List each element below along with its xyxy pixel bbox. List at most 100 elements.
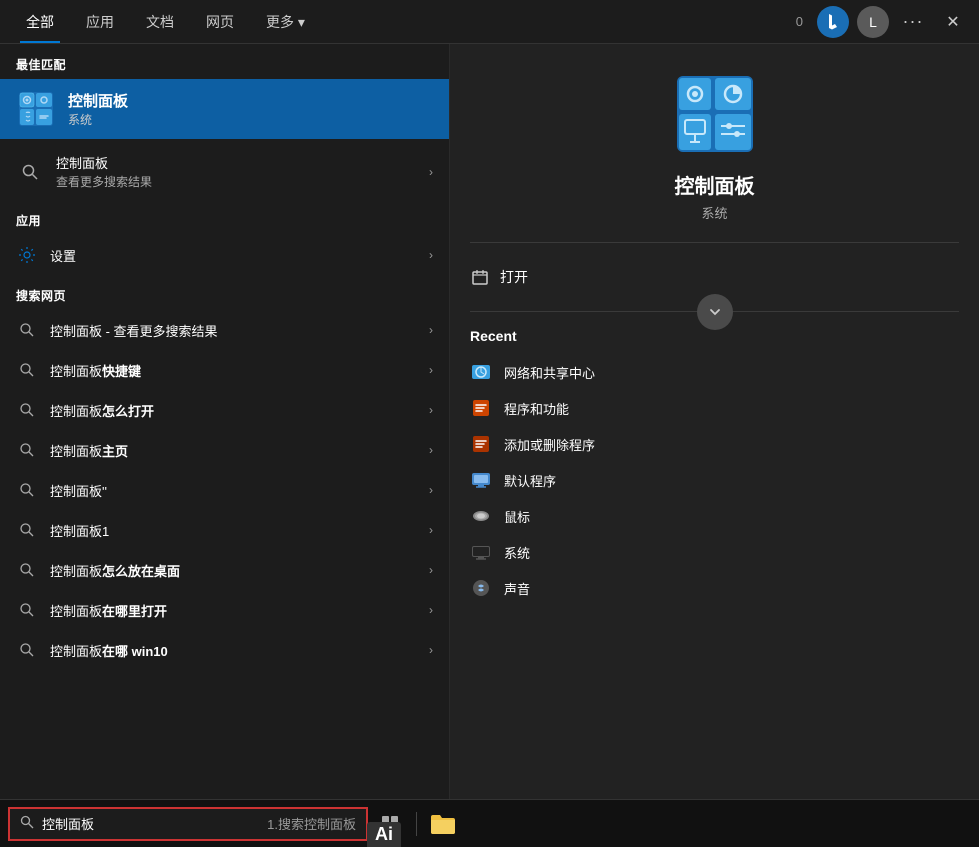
open-action[interactable]: 打开 (470, 259, 959, 295)
open-icon (470, 267, 490, 287)
recent-item-6[interactable]: 声音 (470, 570, 959, 606)
settings-icon (16, 244, 38, 266)
tab-web[interactable]: 网页 (190, 2, 250, 42)
taskbar: 控制面板 1.搜索控制面板 Ai (0, 799, 979, 847)
scroll-divider (470, 311, 959, 312)
more-button[interactable]: ··· (897, 6, 929, 38)
tab-apps[interactable]: 应用 (70, 2, 130, 42)
detail-icon (675, 74, 755, 154)
web-item-4[interactable]: 控制面板'' › (0, 470, 449, 510)
web-item-1[interactable]: 控制面板快捷键 › (0, 350, 449, 390)
best-match-icon (16, 89, 56, 129)
recent-icon-4 (470, 505, 492, 527)
tab-docs[interactable]: 文档 (130, 2, 190, 42)
best-match-title: 最佳匹配 (0, 44, 449, 79)
settings-label: 设置 (50, 246, 76, 265)
web-item-8-text: 控制面板在哪 win10 (50, 641, 168, 660)
recent-item-3-text: 默认程序 (504, 471, 556, 490)
recent-item-4[interactable]: 鼠标 (470, 498, 959, 534)
web-item-0[interactable]: 控制面板 - 查看更多搜索结果 › (0, 310, 449, 350)
user-button[interactable]: L (857, 6, 889, 38)
recent-title: Recent (470, 328, 959, 344)
web-search-icon-2 (16, 399, 38, 421)
web-item-4-chevron: › (429, 483, 433, 497)
web-item-6-chevron: › (429, 563, 433, 577)
search-window: 全部 应用 文档 网页 更多 ▾ 0 L ··· ✕ 最佳匹配 (0, 0, 979, 847)
close-button[interactable]: ✕ (937, 6, 969, 38)
bing-icon (823, 12, 843, 32)
web-search-icon-8 (16, 639, 38, 661)
web-item-7-text: 控制面板在哪里打开 (50, 601, 167, 620)
search-more-item[interactable]: 控制面板 查看更多搜索结果 › (0, 143, 449, 200)
web-item-4-text: 控制面板'' (50, 481, 107, 500)
web-item-7-left: 控制面板在哪里打开 (16, 599, 167, 621)
web-item-3-text: 控制面板主页 (50, 441, 128, 460)
right-panel: 控制面板 系统 打开 (450, 44, 979, 799)
detail-divider-top (470, 242, 959, 243)
web-item-2-left: 控制面板怎么打开 (16, 399, 154, 421)
recent-icon-3 (470, 469, 492, 491)
recent-icon-5 (470, 541, 492, 563)
web-item-2-chevron: › (429, 403, 433, 417)
web-item-5-text: 控制面板1 (50, 521, 109, 540)
web-item-6-left: 控制面板怎么放在桌面 (16, 559, 180, 581)
web-search-icon-7 (16, 599, 38, 621)
web-item-4-left: 控制面板'' (16, 479, 107, 501)
web-item-8-chevron: › (429, 643, 433, 657)
recent-icon-2 (470, 433, 492, 455)
recent-item-2[interactable]: 添加或删除程序 (470, 426, 959, 462)
content-area: 最佳匹配 (0, 44, 979, 799)
recent-item-1-text: 程序和功能 (504, 399, 569, 418)
taskbar-search-text: 控制面板 (42, 814, 259, 833)
web-item-1-left: 控制面板快捷键 (16, 359, 141, 381)
recent-item-0[interactable]: 网络和共享中心 (470, 354, 959, 390)
tab-more[interactable]: 更多 ▾ (250, 2, 321, 42)
web-item-2[interactable]: 控制面板怎么打开 › (0, 390, 449, 430)
search-more-sub: 查看更多搜索结果 (56, 173, 152, 190)
web-item-6-text: 控制面板怎么放在桌面 (50, 561, 180, 580)
ai-label: Ai (367, 822, 401, 847)
web-item-5-left: 控制面板1 (16, 519, 109, 541)
settings-item[interactable]: 设置 › (0, 235, 449, 275)
web-item-8-left: 控制面板在哪 win10 (16, 639, 168, 661)
divider-line-right (715, 311, 960, 312)
web-item-3[interactable]: 控制面板主页 › (0, 430, 449, 470)
divider-line-left (470, 311, 715, 312)
web-item-7-chevron: › (429, 603, 433, 617)
best-match-text: 控制面板 系统 (68, 90, 128, 128)
web-item-0-left: 控制面板 - 查看更多搜索结果 (16, 319, 218, 341)
web-search-icon-1 (16, 359, 38, 381)
best-match-item[interactable]: 控制面板 系统 (0, 79, 449, 139)
recent-item-2-text: 添加或删除程序 (504, 435, 595, 454)
web-item-7[interactable]: 控制面板在哪里打开 › (0, 590, 449, 630)
taskbar-folder-button[interactable] (425, 806, 461, 842)
best-match-name: 控制面板 (68, 90, 128, 111)
web-search-icon-6 (16, 559, 38, 581)
recent-icon-1 (470, 397, 492, 419)
web-item-2-text: 控制面板怎么打开 (50, 401, 154, 420)
web-item-1-text: 控制面板快捷键 (50, 361, 141, 380)
web-search-icon-5 (16, 519, 38, 541)
recent-icon-0 (470, 361, 492, 383)
recent-item-4-text: 鼠标 (504, 507, 530, 526)
bing-button[interactable] (817, 6, 849, 38)
recent-item-3[interactable]: 默认程序 (470, 462, 959, 498)
taskbar-separator (416, 812, 417, 836)
detail-title: 控制面板 (675, 170, 755, 199)
web-search-icon-0 (16, 319, 38, 341)
recent-item-5[interactable]: 系统 (470, 534, 959, 570)
web-item-8[interactable]: 控制面板在哪 win10 › (0, 630, 449, 670)
detail-subtitle: 系统 (701, 203, 727, 222)
taskbar-search-box[interactable]: 控制面板 1.搜索控制面板 (8, 807, 368, 841)
web-item-6[interactable]: 控制面板怎么放在桌面 › (0, 550, 449, 590)
badge-count: 0 (790, 12, 809, 31)
recent-item-1[interactable]: 程序和功能 (470, 390, 959, 426)
web-item-5-chevron: › (429, 523, 433, 537)
scroll-down-button[interactable] (697, 294, 733, 330)
tab-all[interactable]: 全部 (10, 2, 70, 42)
settings-chevron: › (429, 248, 433, 262)
recent-icon-6 (470, 577, 492, 599)
web-item-3-left: 控制面板主页 (16, 439, 128, 461)
web-item-5[interactable]: 控制面板1 › (0, 510, 449, 550)
best-match-sub: 系统 (68, 111, 128, 128)
